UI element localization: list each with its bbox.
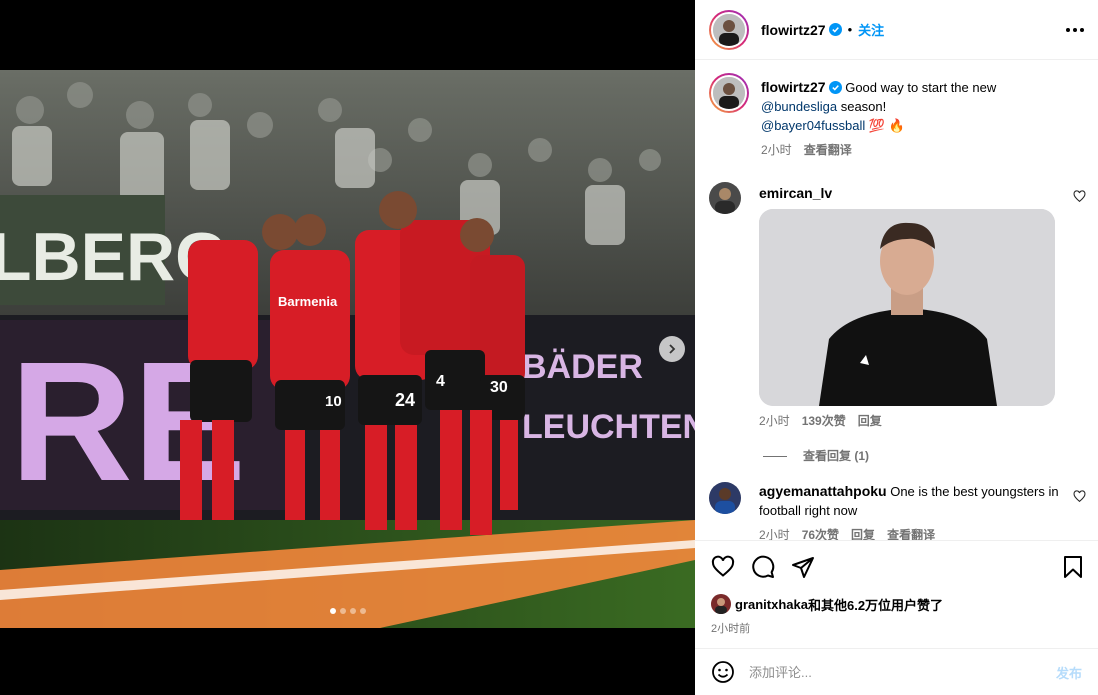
- carousel-dot: [359, 608, 366, 614]
- likes-summary[interactable]: granitxhaka 和其他6.2万位用户赞了: [711, 594, 1084, 614]
- post-photo[interactable]: LBERG RE BÄDER LEUCHTEN Barmenia 10 24 4…: [0, 70, 695, 628]
- sponsor-text: Barmenia: [278, 294, 338, 309]
- comment-time[interactable]: 2小时: [759, 526, 790, 540]
- like-comment-heart-icon[interactable]: [1073, 490, 1086, 503]
- next-image-button[interactable]: [659, 336, 685, 362]
- post-side-panel: flowirtz27 • 关注 flowirtz27 Good way to s…: [695, 0, 1098, 695]
- replies-line: [763, 456, 787, 457]
- verified-badge-icon: [828, 23, 842, 36]
- comment-reply-button[interactable]: 回复: [851, 526, 875, 540]
- caption-translate-button[interactable]: 查看翻译: [804, 141, 852, 160]
- view-replies-button[interactable]: 查看回复 (1): [759, 447, 1084, 466]
- media-pane: LBERG RE BÄDER LEUCHTEN Barmenia 10 24 4…: [0, 0, 695, 695]
- post-header: flowirtz27 • 关注: [695, 0, 1098, 60]
- follow-button[interactable]: 关注: [858, 20, 884, 39]
- comment-item: agyemanattahpoku One is the best youngst…: [695, 482, 1098, 540]
- commenter-avatar[interactable]: [709, 482, 741, 514]
- shirt-number-2: 24: [395, 390, 415, 410]
- author-username[interactable]: flowirtz27: [761, 22, 826, 38]
- carousel-indicator: [0, 608, 695, 614]
- caption: flowirtz27 Good way to start the new @bu…: [695, 61, 1098, 160]
- comment-username[interactable]: emircan_lv: [759, 185, 832, 201]
- comment-composer: 发布: [695, 648, 1098, 695]
- post-actions: granitxhaka 和其他6.2万位用户赞了 2小时前: [695, 540, 1098, 636]
- avatar-image: [713, 13, 745, 46]
- author-avatar[interactable]: [709, 9, 749, 50]
- more-options-button[interactable]: [1066, 27, 1084, 32]
- liker-username[interactable]: granitxhaka: [735, 597, 808, 612]
- gif-image: [759, 209, 1055, 406]
- board-text-2: LEUCHTEN: [522, 408, 695, 446]
- comments-list[interactable]: flowirtz27 Good way to start the new @bu…: [695, 61, 1098, 540]
- emoji-icon[interactable]: [711, 660, 735, 684]
- commenter-avatar[interactable]: [709, 182, 741, 214]
- verified-badge-icon: [828, 81, 842, 94]
- carousel-dot: [349, 608, 356, 614]
- comment-reply-button[interactable]: 回复: [858, 412, 882, 431]
- share-paper-plane-icon[interactable]: [791, 555, 815, 579]
- carousel-dot: [329, 608, 336, 614]
- like-comment-heart-icon[interactable]: [1073, 190, 1086, 203]
- chevron-right-icon: [669, 344, 676, 354]
- post-timestamp[interactable]: 2小时前: [711, 620, 1084, 636]
- comment-username[interactable]: agyemanattahpoku: [759, 483, 887, 499]
- shirt-number-4: 30: [490, 379, 508, 396]
- avatar-image: [711, 594, 731, 614]
- caption-part-2: season!: [840, 99, 887, 114]
- mention-bundesliga[interactable]: @bundesliga: [761, 99, 837, 114]
- comment-input[interactable]: [749, 664, 1056, 680]
- post-comment-button[interactable]: 发布: [1056, 663, 1082, 682]
- likes-count-text[interactable]: 和其他6.2万位用户赞了: [808, 595, 943, 614]
- comment-likes-count[interactable]: 76次赞: [802, 526, 839, 540]
- header-separator: •: [847, 22, 853, 37]
- shirt-number-1: 10: [325, 393, 342, 410]
- comment-gif[interactable]: [759, 209, 1055, 406]
- avatar-image: [709, 482, 741, 514]
- shirt-number-3: 4: [436, 373, 445, 390]
- caption-part-1: Good way to start the new: [845, 80, 997, 95]
- like-heart-icon[interactable]: [711, 555, 735, 579]
- avatar-image: [709, 182, 741, 214]
- view-replies-label[interactable]: 查看回复 (1): [803, 447, 869, 466]
- celebration-photo: LBERG RE BÄDER LEUCHTEN Barmenia 10 24 4…: [0, 70, 695, 628]
- caption-username[interactable]: flowirtz27: [761, 79, 826, 95]
- comment-time[interactable]: 2小时: [759, 412, 790, 431]
- caption-text: flowirtz27 Good way to start the new @bu…: [761, 78, 1084, 135]
- carousel-dot: [339, 608, 346, 614]
- comment-bubble-icon[interactable]: [751, 555, 775, 579]
- board-text-1: BÄDER: [522, 348, 643, 386]
- mention-bayer04[interactable]: @bayer04fussball: [761, 118, 865, 133]
- comment-likes-count[interactable]: 139次赞: [802, 412, 846, 431]
- comment-item: emircan_lv 2小时 139次赞 回复 查看回复 (1): [695, 182, 1098, 466]
- save-bookmark-icon[interactable]: [1062, 555, 1084, 579]
- liker-avatar: [711, 594, 731, 614]
- caption-avatar[interactable]: [709, 73, 749, 113]
- comment-translate-button[interactable]: 查看翻译: [887, 526, 935, 540]
- caption-time[interactable]: 2小时: [761, 141, 792, 160]
- comment-text: agyemanattahpoku One is the best youngst…: [759, 482, 1064, 520]
- caption-emoji: 💯 🔥: [868, 118, 905, 133]
- avatar-image: [713, 77, 745, 109]
